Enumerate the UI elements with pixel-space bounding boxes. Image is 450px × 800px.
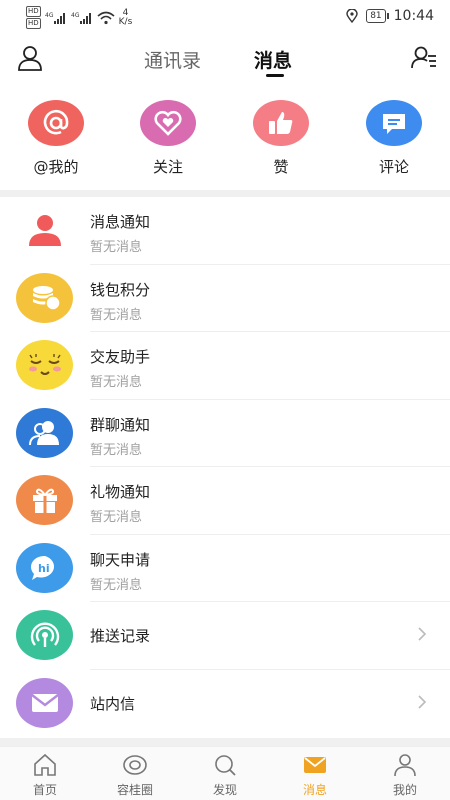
net-type: 4G [45, 12, 54, 19]
nav-circle[interactable]: 容桂圈 [90, 753, 180, 798]
list-item-gift[interactable]: 礼物通知 暂无消息 [0, 467, 450, 535]
net-speed: 4 K/s [118, 8, 133, 27]
list-item-subtitle: 暂无消息 [90, 375, 143, 390]
contacts-list-icon[interactable] [410, 44, 438, 72]
group-icon [16, 407, 73, 458]
profile-icon[interactable] [16, 44, 44, 72]
nav-label: 消息 [302, 783, 327, 797]
svg-text:hi: hi [38, 562, 50, 575]
quick-action-label: 关注 [152, 158, 183, 176]
circle-icon [123, 755, 147, 775]
list-item-subtitle: 暂无消息 [90, 307, 143, 323]
status-left: HD HD 4G 4G 4 K/s [26, 6, 132, 29]
list-item-push-history[interactable]: 推送记录 [0, 602, 450, 670]
hd-badge: HD [26, 6, 41, 17]
nav-label: 首页 [32, 783, 57, 797]
list-item-title: 群聊通知 [90, 415, 151, 434]
signal-icon: 4G [71, 12, 91, 24]
list-item-wallet[interactable]: 钱包积分 暂无消息 [0, 265, 450, 332]
clock: 10:44 [393, 8, 434, 24]
list-item-title: 聊天申请 [90, 550, 151, 569]
nav-profile[interactable]: 我的 [360, 753, 450, 798]
chevron-right-icon [418, 627, 427, 641]
nav-home[interactable]: 首页 [0, 753, 90, 798]
list-item-title: 钱包积分 [90, 280, 151, 299]
envelope-icon [16, 677, 73, 728]
status-bar: HD HD 4G 4G 4 K/s 81 10:44 [0, 0, 450, 34]
message-icon [304, 757, 326, 773]
list-item-title: 站内信 [90, 694, 136, 713]
broadcast-icon [16, 610, 73, 660]
message-list: 消息通知 暂无消息 钱包积分 暂无消息 交友助手 暂无消息 群聊通知 暂无消息 … [0, 197, 450, 737]
person-icon [16, 205, 73, 255]
smiley-icon [16, 340, 73, 390]
list-item-friend-helper[interactable]: 交友助手 暂无消息 [0, 332, 450, 400]
list-item-inbox[interactable]: 站内信 [0, 670, 450, 738]
home-icon [34, 753, 56, 776]
list-item-group-chat[interactable]: 群聊通知 暂无消息 [0, 400, 450, 467]
nav-label: 发现 [212, 783, 237, 797]
nav-discover[interactable]: 发现 [180, 753, 270, 798]
net-speed-unit: K/s [118, 16, 133, 27]
quick-actions: @我的 关注 赞 评论 [0, 98, 450, 188]
quick-action-comments[interactable]: 评论 [354, 98, 434, 177]
hd-badge: HD [26, 18, 41, 29]
list-item-subtitle: 暂无消息 [90, 510, 143, 525]
nav-label: 我的 [392, 783, 417, 797]
list-item-chat-request[interactable]: hi 聊天申请 暂无消息 [0, 535, 450, 602]
comment-icon [366, 100, 422, 146]
list-item-subtitle: 暂无消息 [90, 240, 143, 255]
net-type: 4G [71, 12, 80, 19]
quick-action-follow[interactable]: 关注 [128, 98, 208, 177]
section-divider [0, 738, 450, 746]
list-item-subtitle: 暂无消息 [90, 577, 143, 593]
quick-action-likes[interactable]: 赞 [241, 98, 321, 177]
section-divider [0, 190, 450, 197]
list-item-title: 礼物通知 [90, 483, 151, 501]
battery-level: 81 [366, 9, 390, 23]
quick-action-at-me[interactable]: @我的 [16, 98, 96, 177]
coins-icon [16, 272, 73, 323]
quick-action-label: 评论 [378, 158, 409, 176]
hi-bubble-icon: hi [16, 542, 73, 593]
quick-action-label: 赞 [273, 158, 289, 176]
list-item-title: 交友助手 [90, 348, 151, 366]
tab-contacts[interactable]: 通讯录 [144, 46, 201, 73]
list-item-title: 推送记录 [90, 627, 151, 645]
profile-icon [394, 754, 416, 777]
list-item-notifications[interactable]: 消息通知 暂无消息 [0, 197, 450, 265]
hd-badges: HD HD [26, 6, 41, 29]
nav-messages[interactable]: 消息 [270, 753, 360, 798]
wifi-icon [97, 11, 115, 24]
thumbs-up-icon [253, 100, 309, 146]
bottom-nav: 首页 容桂圈 发现 消息 我的 [0, 746, 450, 800]
chevron-right-icon [418, 694, 427, 709]
top-nav: 通讯录 消息 [0, 38, 450, 82]
list-item-title: 消息通知 [90, 213, 151, 231]
nav-label: 容桂圈 [116, 783, 153, 797]
tab-messages[interactable]: 消息 [254, 46, 292, 73]
gift-icon [16, 475, 73, 525]
location-icon [346, 9, 358, 23]
signal-icon: 4G [45, 12, 65, 24]
quick-action-label: @我的 [33, 158, 79, 176]
status-right: 81 10:44 [346, 8, 434, 24]
list-item-subtitle: 暂无消息 [90, 442, 143, 458]
at-icon [28, 100, 84, 146]
active-tab-indicator [266, 74, 284, 77]
heart-icon [140, 100, 196, 146]
discover-icon [215, 755, 236, 776]
